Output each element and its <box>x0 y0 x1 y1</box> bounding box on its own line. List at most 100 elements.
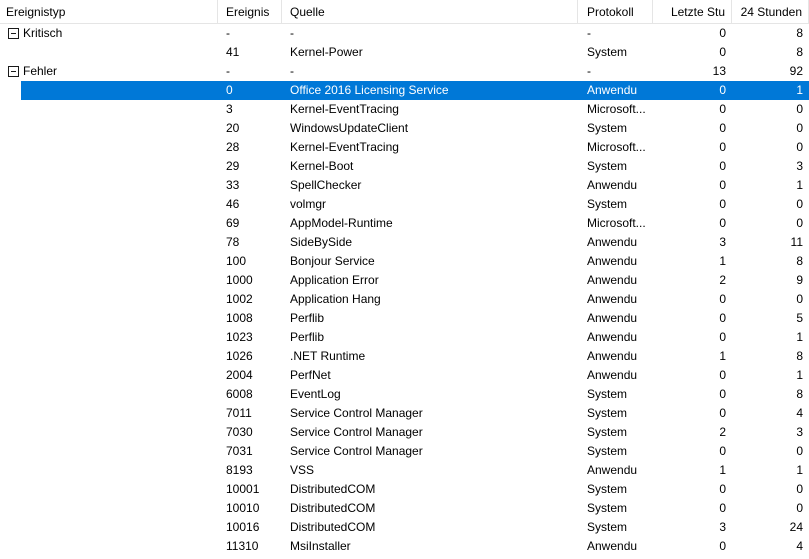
table-row[interactable]: 1000 Application Error Anwendu 2 9 <box>0 271 809 290</box>
table-row[interactable]: 28 Kernel-EventTracing Microsoft... 0 0 <box>0 138 809 157</box>
event-type-cell <box>0 157 218 176</box>
table-row[interactable]: 8193 VSS Anwendu 1 1 <box>0 461 809 480</box>
last-hour-cell: 0 <box>719 387 726 401</box>
column-header-24-hours[interactable]: 24 Stunden <box>732 0 809 24</box>
log-cell: Microsoft... <box>587 140 646 154</box>
log-cell: System <box>587 425 628 439</box>
event-id-cell: - <box>226 64 230 78</box>
day-count-cell: 1 <box>796 330 803 344</box>
table-row[interactable]: 41 Kernel-Power System 0 8 <box>0 43 809 62</box>
source-cell: AppModel-Runtime <box>290 216 393 230</box>
table-row[interactable]: 7011 Service Control Manager System 0 4 <box>0 404 809 423</box>
source-cell: WindowsUpdateClient <box>290 121 409 135</box>
day-count-cell: 1 <box>796 83 803 97</box>
last-hour-cell: 2 <box>719 273 726 287</box>
source-cell: Perflib <box>290 311 325 325</box>
table-row[interactable]: 3 Kernel-EventTracing Microsoft... 0 0 <box>0 100 809 119</box>
event-type-cell <box>0 290 218 309</box>
event-type-cell <box>0 100 218 119</box>
source-cell: Bonjour Service <box>290 254 375 268</box>
event-id-cell: - <box>226 26 230 40</box>
day-count-cell: 3 <box>796 425 803 439</box>
event-id-cell: 7030 <box>226 425 253 439</box>
log-cell: Anwendu <box>587 292 638 306</box>
column-header-last-hour[interactable]: Letzte Stu <box>654 0 732 24</box>
log-cell: Anwendu <box>587 368 638 382</box>
last-hour-cell: 1 <box>719 254 726 268</box>
table-row[interactable]: 78 SideBySide Anwendu 3 11 <box>0 233 809 252</box>
table-row[interactable]: 1002 Application Hang Anwendu 0 0 <box>0 290 809 309</box>
table-row[interactable]: 1008 Perflib Anwendu 0 5 <box>0 309 809 328</box>
table-row[interactable]: 7031 Service Control Manager System 0 0 <box>0 442 809 461</box>
last-hour-cell: 0 <box>719 368 726 382</box>
last-hour-cell: 1 <box>719 463 726 477</box>
event-type-cell <box>0 423 218 442</box>
event-id-cell: 29 <box>226 159 240 173</box>
table-row[interactable]: 1023 Perflib Anwendu 0 1 <box>0 328 809 347</box>
collapse-icon[interactable] <box>8 66 19 77</box>
event-type-cell: Fehler <box>0 62 218 81</box>
source-cell: PerfNet <box>290 368 331 382</box>
day-count-cell: 8 <box>796 349 803 363</box>
log-cell: Anwendu <box>587 83 638 97</box>
source-cell: Kernel-EventTracing <box>290 102 399 116</box>
day-count-cell: 92 <box>789 64 803 78</box>
event-id-cell: 8193 <box>226 463 253 477</box>
day-count-cell: 8 <box>796 26 803 40</box>
table-row[interactable]: 2004 PerfNet Anwendu 0 1 <box>0 366 809 385</box>
event-id-cell: 3 <box>226 102 233 116</box>
log-cell: System <box>587 387 628 401</box>
log-cell: - <box>587 64 591 78</box>
table-row[interactable]: 10001 DistributedCOM System 0 0 <box>0 480 809 499</box>
table-row[interactable]: 10010 DistributedCOM System 0 0 <box>0 499 809 518</box>
table-row[interactable]: 69 AppModel-Runtime Microsoft... 0 0 <box>0 214 809 233</box>
column-header-event-type[interactable]: Ereignistyp <box>0 0 218 24</box>
log-cell: Anwendu <box>587 178 638 192</box>
event-type-cell <box>0 366 218 385</box>
event-type-cell <box>0 138 218 157</box>
table-row[interactable]: 6008 EventLog System 0 8 <box>0 385 809 404</box>
table-row[interactable]: 1026 .NET Runtime Anwendu 1 8 <box>0 347 809 366</box>
collapse-icon[interactable] <box>8 28 19 39</box>
event-type-cell <box>0 328 218 347</box>
column-header-event-id[interactable]: Ereignis <box>220 0 282 24</box>
day-count-cell: 1 <box>796 463 803 477</box>
source-cell: Application Hang <box>290 292 381 306</box>
table-row[interactable]: 20 WindowsUpdateClient System 0 0 <box>0 119 809 138</box>
event-type-cell <box>0 461 218 480</box>
table-row[interactable]: 7030 Service Control Manager System 2 3 <box>0 423 809 442</box>
table-row[interactable]: 33 SpellChecker Anwendu 0 1 <box>0 176 809 195</box>
day-count-cell: 1 <box>796 178 803 192</box>
table-row[interactable]: 100 Bonjour Service Anwendu 1 8 <box>0 252 809 271</box>
event-id-cell: 10001 <box>226 482 260 496</box>
event-id-cell: 2004 <box>226 368 253 382</box>
day-count-cell: 8 <box>796 45 803 59</box>
day-count-cell: 0 <box>796 444 803 458</box>
log-cell: System <box>587 482 628 496</box>
day-count-cell: 5 <box>796 311 803 325</box>
last-hour-cell: 13 <box>712 64 726 78</box>
last-hour-cell: 1 <box>719 349 726 363</box>
group-label: Fehler <box>23 64 58 78</box>
source-cell: SideBySide <box>290 235 353 249</box>
log-cell: Anwendu <box>587 349 638 363</box>
event-id-cell: 11310 <box>226 539 259 553</box>
table-row[interactable]: 10016 DistributedCOM System 3 24 <box>0 518 809 537</box>
last-hour-cell: 0 <box>719 501 726 515</box>
source-cell: .NET Runtime <box>290 349 366 363</box>
table-row[interactable]: 29 Kernel-Boot System 0 3 <box>0 157 809 176</box>
column-header-source[interactable]: Quelle <box>284 0 578 24</box>
table-row[interactable]: 46 volmgr System 0 0 <box>0 195 809 214</box>
day-count-cell: 0 <box>796 140 803 154</box>
event-type-cell <box>0 233 218 252</box>
table-row[interactable]: 11310 MsiInstaller Anwendu 0 4 <box>0 537 809 556</box>
event-id-cell: 1002 <box>226 292 253 306</box>
source-cell: VSS <box>290 463 315 477</box>
group-row[interactable]: Fehler - - - 13 92 <box>0 62 809 81</box>
last-hour-cell: 0 <box>719 539 726 553</box>
column-header-log[interactable]: Protokoll <box>581 0 653 24</box>
table-row[interactable]: 0 Office 2016 Licensing Service Anwendu 0 1 <box>0 81 809 100</box>
event-type-cell <box>0 214 218 233</box>
group-row[interactable]: Kritisch - - - 0 8 <box>0 24 809 43</box>
event-type-cell <box>0 347 218 366</box>
